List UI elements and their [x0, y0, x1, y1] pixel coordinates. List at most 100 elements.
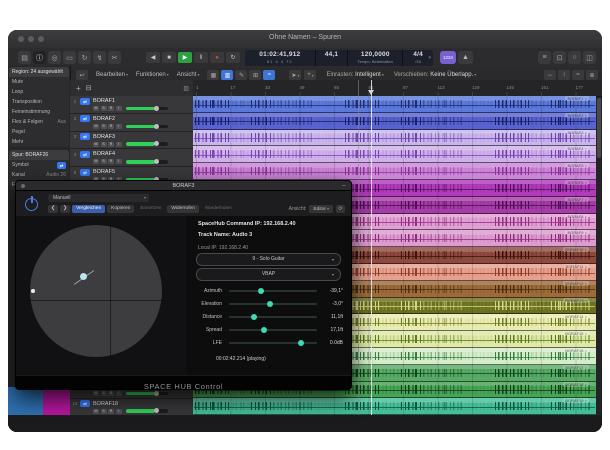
slider-lfe[interactable]: LFE0.0dB	[186, 336, 351, 349]
play-button[interactable]: ▶	[178, 52, 192, 63]
track-s-button[interactable]: S	[101, 124, 107, 129]
view-dropdown[interactable]: Editor▾	[309, 205, 333, 213]
preset-dropdown[interactable]: Manuell▾	[48, 194, 149, 202]
slider-knob[interactable]	[267, 301, 273, 307]
track-m-button[interactable]: M	[93, 159, 99, 164]
library-icon[interactable]: ▤	[18, 51, 31, 64]
prev-preset-button[interactable]: ❮	[48, 205, 58, 213]
lcd-dropdown-icon[interactable]: ▾	[428, 55, 431, 61]
track-m-button[interactable]: M	[93, 391, 99, 396]
track-m-button[interactable]: M	[93, 409, 99, 414]
pointer-tool-button[interactable]: ➤▾	[289, 70, 301, 80]
track-header-BORAF2[interactable]: 2⇄BORAF2MSRI	[70, 114, 193, 132]
panning-mode-dropdown[interactable]: VBAP▾	[196, 268, 341, 281]
plugin-titlebar[interactable]: BORAF3 ⚊	[16, 181, 351, 191]
track-s-button[interactable]: S	[101, 106, 107, 111]
zoom-v-icon[interactable]: ↕	[558, 70, 570, 80]
slider-knob[interactable]	[261, 327, 267, 333]
browser-icon[interactable]: ◫	[583, 51, 596, 64]
track-r-button[interactable]: R	[108, 159, 114, 164]
region-BORAF2[interactable]: BORAF2 ○	[193, 113, 596, 130]
menu-funktionen[interactable]: Funktionen▾	[136, 72, 169, 78]
region-inspector-row[interactable]: Flex & FolgenAus	[9, 117, 69, 127]
playhead[interactable]	[371, 80, 372, 415]
notes-icon[interactable]: ⊡	[553, 51, 566, 64]
track-r-button[interactable]: R	[108, 142, 114, 147]
track-volume-slider[interactable]	[126, 142, 168, 146]
link-icon[interactable]: ⟳	[336, 205, 345, 213]
track-m-button[interactable]: M	[93, 106, 99, 111]
track-i-button[interactable]: I	[116, 391, 122, 396]
region-inspector-row[interactable]: Feineinstimmung	[9, 107, 69, 117]
cycle-button[interactable]: ↻	[226, 52, 240, 63]
color-swatch[interactable]	[43, 387, 70, 415]
region-BORAF4[interactable]: BORAF4 ○	[193, 146, 596, 163]
media-icon[interactable]: ↯	[93, 51, 106, 64]
track-m-button[interactable]: M	[93, 124, 99, 129]
region-inspector-header[interactable]: Region: 24 ausgewählt	[9, 67, 69, 77]
track-header-BORAF1[interactable]: 1⇄BORAF1MSRI	[70, 96, 193, 114]
editors-icon[interactable]: ✂	[108, 51, 121, 64]
track-i-button[interactable]: I	[116, 124, 122, 129]
redo-button[interactable]: Wiederholen	[201, 205, 236, 213]
count-in-button[interactable]: 1234	[440, 51, 456, 64]
playhead-marker[interactable]	[368, 90, 374, 95]
rewind-button[interactable]: ◀	[146, 52, 160, 63]
next-preset-button[interactable]: ❯	[60, 205, 70, 213]
paste-button[interactable]: Einsetzen	[136, 205, 165, 213]
color-swatch[interactable]	[8, 387, 43, 415]
plugin-minimize-icon[interactable]: ⚊	[342, 182, 346, 188]
toolbar-toggle-icon[interactable]: ▭	[63, 51, 76, 64]
flex-icon[interactable]: ≈	[263, 70, 275, 80]
track-i-button[interactable]: I	[116, 142, 122, 147]
pause-button[interactable]: ‖	[194, 52, 208, 63]
track-stack-icon[interactable]: ⊟	[86, 84, 92, 92]
automation-icon[interactable]: ✎	[235, 70, 247, 80]
track-s-button[interactable]: S	[101, 409, 107, 414]
slider-azimuth[interactable]: Azimuth-39,1°	[186, 284, 351, 297]
undo-button[interactable]: Widerrufen	[167, 205, 198, 213]
track-header-BORAF18[interactable]: 18⇄BORAF18MSRI	[70, 399, 193, 416]
record-button[interactable]: ●	[210, 52, 224, 63]
stop-button[interactable]: ■	[162, 52, 176, 63]
track-s-button[interactable]: S	[101, 391, 107, 396]
slider-distance[interactable]: Distance11,1ft	[186, 310, 351, 323]
snap-grid-icon[interactable]: ▥	[221, 70, 233, 80]
catch-playhead-icon[interactable]: ↩	[76, 70, 88, 80]
track-sort-icon[interactable]: ▥	[183, 85, 189, 92]
region-inspector-row[interactable]: Pegel	[9, 127, 69, 137]
track-i-button[interactable]: I	[116, 159, 122, 164]
region-BORAF1[interactable]: BORAF1 ○	[193, 96, 596, 113]
power-icon[interactable]	[24, 196, 40, 212]
region-BORAF19[interactable]: BORAF19 ○	[193, 398, 596, 415]
track-s-button[interactable]: S	[101, 142, 107, 147]
slider-elevation[interactable]: Elevation-3,0°	[186, 297, 351, 310]
menu-ansicht[interactable]: Ansicht▾	[177, 72, 200, 78]
locator-line[interactable]	[358, 80, 359, 415]
track-r-button[interactable]: R	[108, 391, 114, 396]
lcd-display[interactable]: 01:02:41,912 81 4 4 72 44,1 120,0000 Tem…	[245, 50, 433, 66]
track-volume-slider[interactable]	[126, 125, 168, 129]
region-inspector-row[interactable]: Mute	[9, 77, 69, 87]
secondary-tool-button[interactable]: +▾	[304, 70, 316, 80]
slider-spread[interactable]: Spread17,1ft	[186, 323, 351, 336]
copy-button[interactable]: Kopieren	[107, 205, 134, 213]
track-s-button[interactable]: S	[101, 159, 107, 164]
quick-help-icon[interactable]: ◎	[48, 51, 61, 64]
track-r-button[interactable]: R	[108, 106, 114, 111]
source-dropdown[interactable]: 9 - Solo Guitar▾	[196, 253, 341, 266]
vertical-scrollbar[interactable]	[597, 98, 601, 158]
snap-dropdown[interactable]: Einrasten: Intelligent▾	[326, 72, 383, 78]
compare-button[interactable]: Vergleichen	[72, 205, 105, 213]
inspector-icon[interactable]: ⓘ	[33, 51, 46, 64]
slider-knob[interactable]	[258, 288, 264, 294]
loops-icon[interactable]: ○	[568, 51, 581, 64]
metronome-icon[interactable]: ▲	[458, 51, 473, 64]
track-r-button[interactable]: R	[108, 124, 114, 129]
track-volume-slider[interactable]	[126, 409, 168, 413]
marquee-icon[interactable]: ⊞	[249, 70, 261, 80]
zoom-h-icon[interactable]: ↔	[544, 70, 556, 80]
region-BORAF3[interactable]: BORAF3 ○	[193, 130, 596, 147]
loop-browser-icon[interactable]: ↻	[78, 51, 91, 64]
add-track-button[interactable]: +	[76, 84, 81, 93]
